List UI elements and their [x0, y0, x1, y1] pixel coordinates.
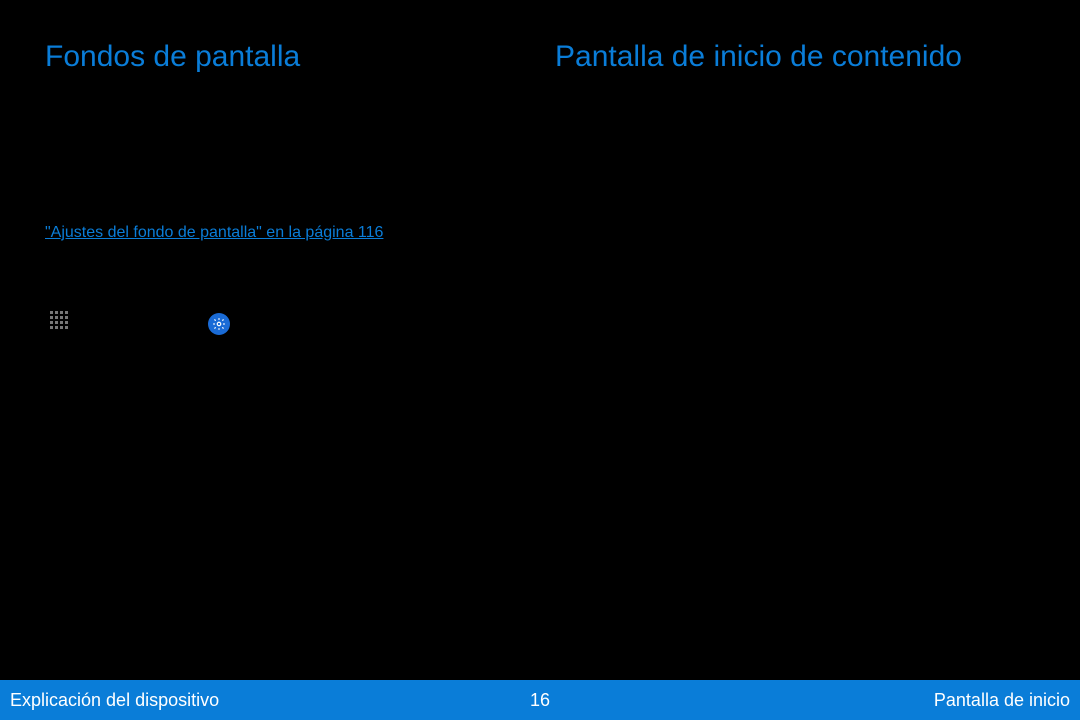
right-column: Pantalla de inicio de contenido La panta… — [555, 40, 1035, 337]
wallpaper-settings-link[interactable]: "Ajustes del fondo de pantalla" en la pá… — [45, 224, 383, 241]
page-footer: Explicación del dispositivo 16 Pantalla … — [0, 680, 1080, 720]
heading-wallpapers: Fondos de pantalla — [45, 40, 525, 74]
instruction-block: Desde una pantalla de inicio, pulse en A… — [45, 276, 525, 337]
period: . — [383, 224, 387, 241]
left-column: Fondos de pantalla Puede cambiar la apar… — [45, 40, 525, 337]
content-home-para: La pantalla de inicio de contenido muest… — [555, 102, 1035, 174]
gt-sep: > — [185, 312, 194, 336]
instruction-lead: Desde una pantalla de inicio, pulse en — [45, 276, 525, 300]
apps-grid-icon — [49, 310, 71, 337]
footer-right: Pantalla de inicio — [934, 690, 1070, 711]
apps-label: Aplicaciones — [85, 312, 175, 336]
footer-left: Explicación del dispositivo — [10, 690, 219, 711]
wallpaper-moreinfo: Para obtener más información, consulte — [45, 194, 525, 218]
footer-page-number: 16 — [530, 690, 550, 711]
gear-icon — [208, 313, 230, 335]
wallpaper-intro: Puede cambiar la apariencia de las panta… — [45, 102, 525, 174]
moreinfo-lead: Para obtener más información, consulte — [45, 197, 328, 214]
ajustes-label: Ajustes — [244, 312, 296, 336]
heading-content-home: Pantalla de inicio de contenido — [555, 40, 1035, 74]
